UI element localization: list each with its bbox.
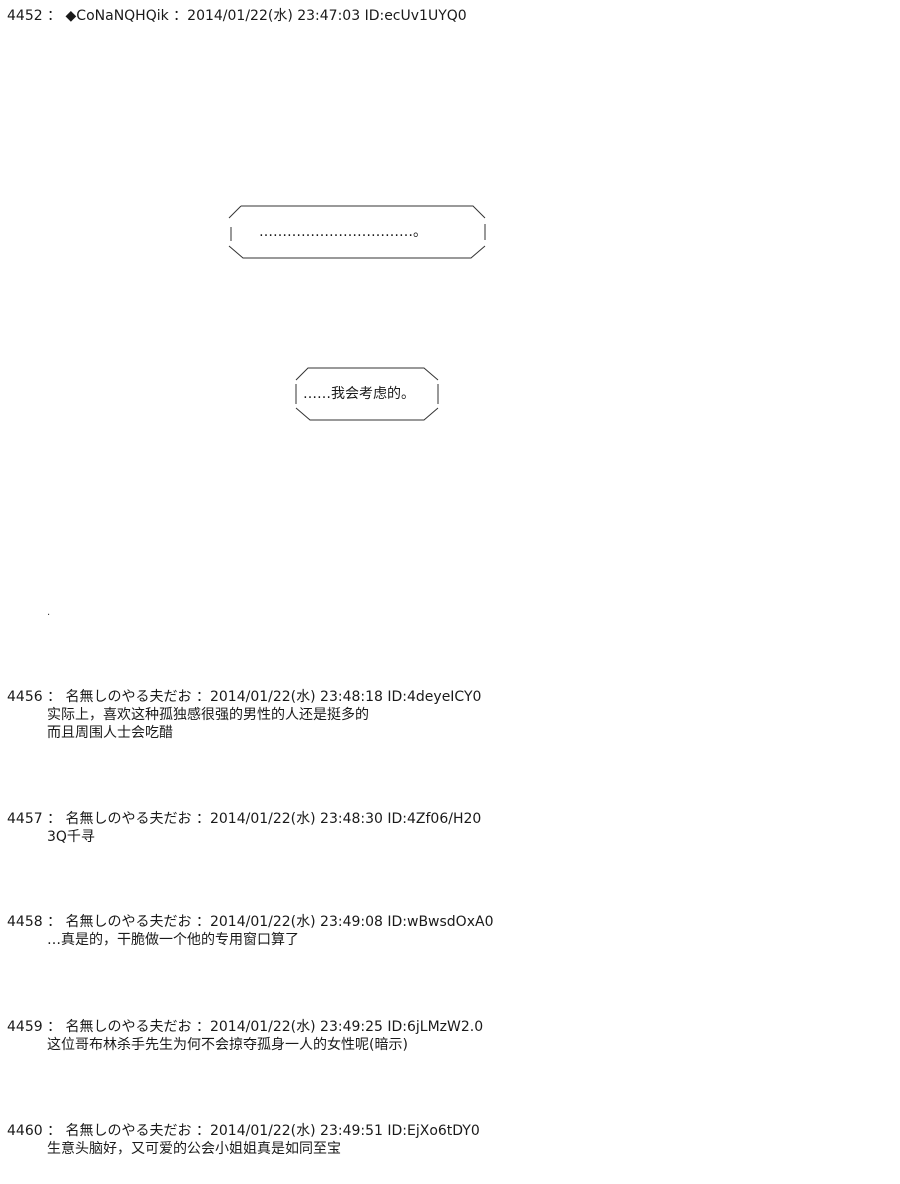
- post-header: 4456 ： 名無しのやる夫だお ：2014/01/22(水) 23:48:18…: [7, 689, 482, 705]
- post-body: …真是的，干脆做一个他的专用窗口算了: [47, 931, 299, 949]
- post-line: 生意头脑好，又可爱的公会小姐姐真是如同至宝: [47, 1141, 341, 1157]
- post-header: 4458 ： 名無しのやる夫だお ：2014/01/22(水) 23:49:08…: [7, 914, 494, 930]
- post-line: 实际上，喜欢这种孤独感很强的男性的人还是挺多的: [47, 707, 369, 723]
- stray-dot: .: [47, 607, 51, 618]
- bubble-text: ……………………………。: [259, 224, 427, 240]
- post-header: 4457 ： 名無しのやる夫だお ：2014/01/22(水) 23:48:30…: [7, 811, 482, 827]
- post-line: …真是的，干脆做一个他的专用窗口算了: [47, 932, 299, 948]
- bubble-text: ……我会考虑的。: [303, 386, 415, 402]
- post-header: 4460 ： 名無しのやる夫だお ：2014/01/22(水) 23:49:51…: [7, 1123, 480, 1139]
- speech-bubble: ……我会考虑的。: [293, 367, 441, 421]
- post-header: 4459 ： 名無しのやる夫だお ：2014/01/22(水) 23:49:25…: [7, 1019, 484, 1035]
- post-line: 这位哥布林杀手先生为何不会掠夺孤身一人的女性呢(暗示): [47, 1037, 408, 1053]
- speech-bubble: ……………………………。: [226, 205, 488, 259]
- post-header: 4452 ： ◆CoNaNQHQik ：2014/01/22(水) 23:47:…: [7, 8, 467, 24]
- post-line: 3Q千寻: [47, 829, 95, 845]
- post-line: 而且周围人士会吃醋: [47, 725, 173, 741]
- post-body: 生意头脑好，又可爱的公会小姐姐真是如同至宝: [47, 1140, 341, 1158]
- post-body: 这位哥布林杀手先生为何不会掠夺孤身一人的女性呢(暗示): [47, 1036, 408, 1054]
- post-body: 实际上，喜欢这种孤独感很强的男性的人还是挺多的 而且周围人士会吃醋: [47, 706, 369, 742]
- post-body: 3Q千寻: [47, 828, 95, 846]
